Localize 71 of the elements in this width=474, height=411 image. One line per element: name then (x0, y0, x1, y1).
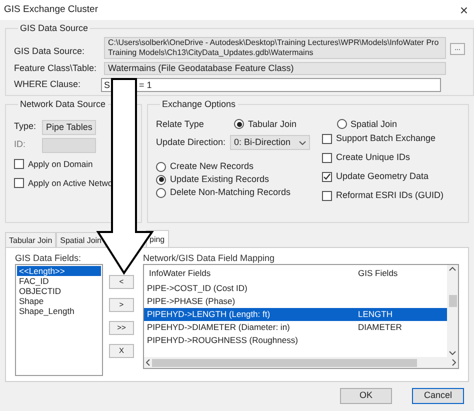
checkbox[interactable] (322, 190, 332, 200)
list-label: Network/GIS Data Field Mapping (143, 252, 276, 264)
table-cell-text: PIPEHYD->LENGTH (Length: ft) (146, 308, 272, 321)
where-field[interactable]: = 1 (137, 78, 441, 92)
group-title: GIS Data Source (19, 22, 90, 35)
id-field[interactable] (42, 138, 96, 152)
group-title: Exchange Options (161, 98, 237, 111)
dialog-button[interactable]: OK (340, 388, 392, 404)
checkbox[interactable] (322, 134, 332, 144)
field-label: Type: (14, 120, 38, 134)
dialog-button[interactable]: Cancel (412, 388, 464, 404)
field-label: WHERE Clause: (14, 78, 82, 92)
chevron-left-icon[interactable] (146, 359, 150, 366)
scrollbar-thumb[interactable] (448, 295, 456, 307)
scrollbar-thumb[interactable] (152, 358, 417, 366)
field-label: GIS Data Source: (14, 44, 86, 58)
table-row[interactable]: PIPEHYD->LENGTH (Length: ft) LENGTH (144, 308, 447, 321)
radio-button[interactable] (156, 162, 166, 172)
chevron-down-icon[interactable] (449, 351, 456, 355)
tab[interactable]: Tabular Join (5, 232, 56, 247)
list-item[interactable]: Shape_Length (17, 306, 101, 316)
checkbox[interactable] (14, 178, 24, 188)
checkbox-label: Support Batch Exchange (336, 132, 436, 145)
column-header[interactable]: GIS Fields (358, 267, 398, 280)
list-item[interactable]: Shape (17, 296, 101, 306)
chevron-up-icon[interactable] (449, 267, 456, 271)
radio-label: Spatial Join (350, 118, 398, 131)
radio-button[interactable] (156, 188, 166, 198)
checkbox[interactable] (14, 159, 24, 169)
checkbox-label: Apply on Domain (28, 158, 93, 170)
radio-button[interactable] (156, 174, 166, 184)
vertical-scrollbar[interactable] (447, 265, 458, 357)
radio-label: Tabular Join (248, 118, 297, 130)
list-item[interactable]: <<Length>> (17, 266, 101, 276)
radio-label: Update Existing Records (170, 172, 270, 186)
field-label: Relate Type (156, 118, 205, 131)
list-label: GIS Data Fields: (15, 252, 82, 264)
chevron-down-icon (299, 140, 306, 144)
table-cell-text: PIPE->PHASE (Phase) (146, 295, 236, 308)
field-label: Update Direction: (156, 136, 227, 149)
table-cell-text: PIPEHYD->DIAMETER (Diameter: in) (146, 321, 291, 334)
window-title: GIS Exchange Cluster (4, 2, 98, 17)
close-button[interactable]: × (460, 3, 470, 17)
type-dropdown[interactable]: Pipe Tables (42, 120, 96, 134)
table-cell: DIAMETER (358, 321, 402, 334)
checkbox[interactable] (322, 172, 332, 182)
list-item[interactable]: FAC_ID (17, 276, 101, 286)
group-title: Network Data Source (19, 98, 107, 111)
checkbox[interactable] (322, 152, 332, 162)
table-cell: LENGTH (358, 308, 392, 321)
field-label: ID: (14, 138, 27, 152)
table-cell-text: PIPE->COST_ID (Cost ID) (146, 282, 248, 295)
chevron-right-icon[interactable] (452, 359, 456, 366)
list-item[interactable]: OBJECTID (17, 286, 101, 296)
checkbox-label: Reformat ESRI IDs (GUID) (336, 188, 444, 202)
where-field[interactable]: S (101, 78, 111, 92)
radio-label: Delete Non-Matching Records (170, 186, 291, 199)
checkbox-label: Update Geometry Data (336, 170, 429, 183)
radio-label: Create New Records (170, 160, 254, 173)
dropdown-value: 0: Bi-Direction (234, 136, 291, 149)
direction-dropdown[interactable]: 0: Bi-Direction (230, 135, 310, 150)
radio-button[interactable] (234, 119, 244, 130)
radio-button[interactable] (336, 119, 347, 130)
column-header[interactable]: InfoWater Fields (144, 267, 358, 280)
table-cell-text: PIPEHYD->ROUGHNESS (Roughness) (146, 334, 299, 347)
feature-class-field: Watermains (File Geodatabase Feature Class) (104, 62, 446, 75)
field-label: Feature Class\Table: (14, 62, 98, 74)
checkbox-label: Create Unique IDs (336, 150, 410, 164)
source-field: C:\Users\solberk\OneDrive - Autodesk\Desktop\Training Lectures\WPR\Models\InfoWater Pro Training Models\Ch13\CityData_Updates.gdb\Watermains (104, 36, 446, 58)
horizontal-scrollbar[interactable] (144, 357, 458, 368)
tab[interactable]: Spatial Join (56, 232, 106, 247)
